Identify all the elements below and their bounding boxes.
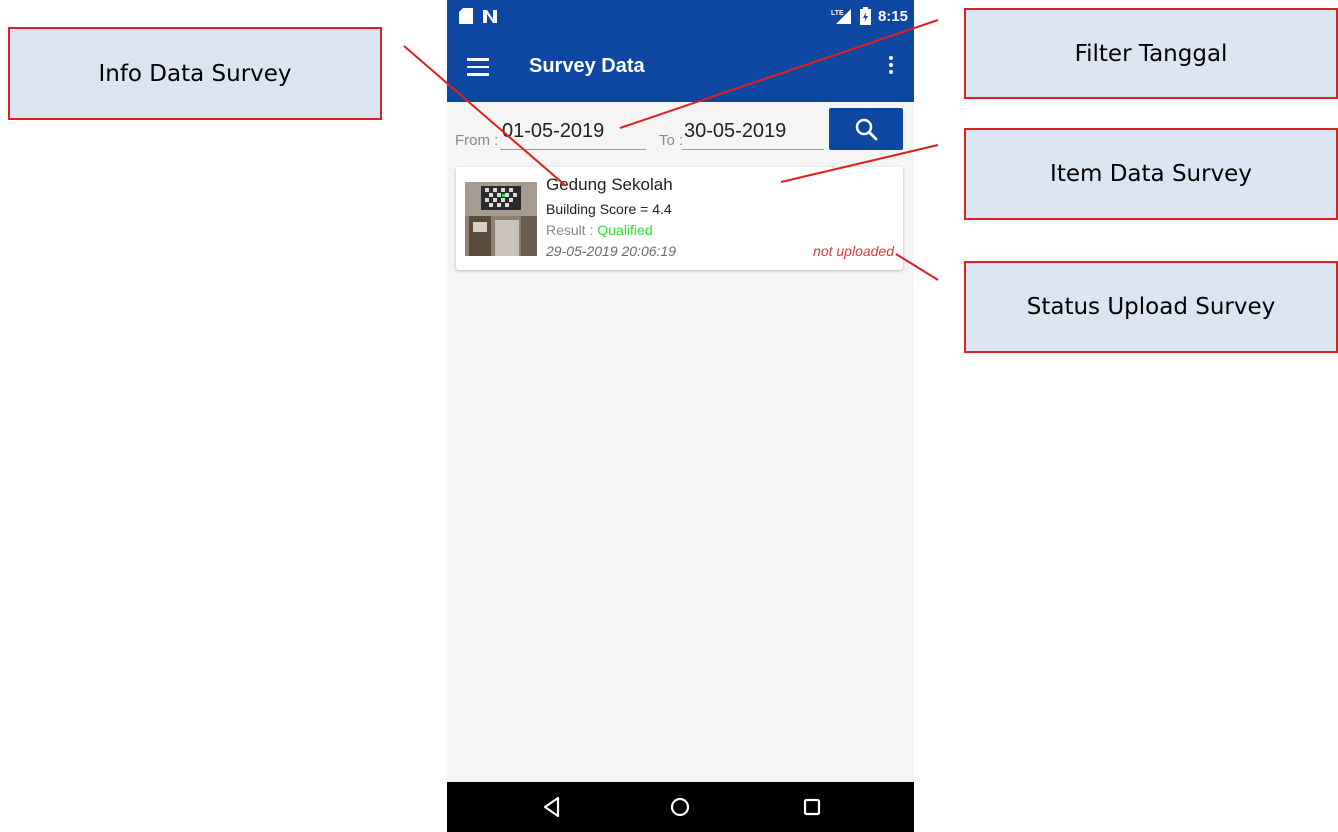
upload-status: not uploaded xyxy=(813,243,894,259)
home-icon[interactable] xyxy=(665,792,695,822)
search-button[interactable] xyxy=(829,108,903,150)
callout-filter-tanggal: Filter Tanggal xyxy=(964,8,1338,99)
from-label: From : xyxy=(455,132,499,149)
callout-status-upload-survey: Status Upload Survey xyxy=(964,261,1338,353)
to-date-field[interactable]: 30-05-2019 xyxy=(682,120,824,150)
recents-icon[interactable] xyxy=(797,792,827,822)
search-icon xyxy=(855,118,878,141)
phone-screen: LTE 8:15 Survey Data From : 01-05-2019 T… xyxy=(447,0,914,832)
hamburger-menu-icon[interactable] xyxy=(467,58,489,76)
status-time: 8:15 xyxy=(877,7,908,25)
from-date-field[interactable]: 01-05-2019 xyxy=(500,120,646,150)
battery-icon xyxy=(859,7,871,25)
status-bar: LTE 8:15 xyxy=(447,0,914,36)
result-label: Result : xyxy=(546,222,594,238)
network-type-label: LTE xyxy=(831,10,844,17)
callout-info-data-survey: Info Data Survey xyxy=(8,27,382,120)
survey-result: Result : Qualified xyxy=(546,222,653,238)
back-icon[interactable] xyxy=(537,792,567,822)
n-icon xyxy=(483,10,497,23)
page-title: Survey Data xyxy=(529,55,645,77)
navigation-bar xyxy=(447,782,914,832)
survey-datetime: 29-05-2019 20:06:19 xyxy=(546,243,676,259)
to-label: To : xyxy=(659,132,684,149)
building-score: Building Score = 4.4 xyxy=(546,201,672,217)
result-value: Qualified xyxy=(597,222,653,238)
sd-card-icon xyxy=(459,8,473,24)
survey-item-card[interactable]: Gedung Sekolah Building Score = 4.4 Resu… xyxy=(456,167,903,270)
app-bar: Survey Data xyxy=(447,36,914,102)
survey-thumbnail xyxy=(465,182,537,256)
survey-title: Gedung Sekolah xyxy=(546,175,673,194)
callout-item-data-survey: Item Data Survey xyxy=(964,128,1338,220)
date-filter: From : 01-05-2019 To : 30-05-2019 xyxy=(447,106,914,156)
more-vert-icon[interactable] xyxy=(888,56,894,78)
signal-icon: LTE xyxy=(831,9,851,24)
